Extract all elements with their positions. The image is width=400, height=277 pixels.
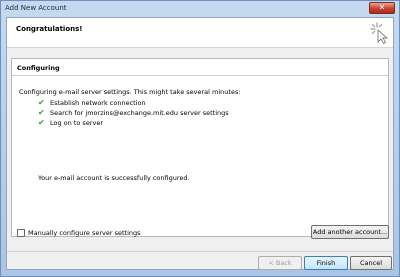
wizard-header: Congratulations! [7,18,393,48]
configuring-group: Configuring Configuring e-mail server se… [11,58,389,237]
divider [12,75,388,76]
wizard-content: Congratulations! Configuring Configuring… [6,17,394,270]
step-label: Log on to server [50,119,104,127]
cancel-button[interactable]: Cancel [350,256,392,270]
page-title: Congratulations! [16,25,83,33]
footer-divider [7,251,393,252]
checkmark-icon: ✔ [38,98,45,107]
manual-config-label[interactable]: Manually configure server settings [28,229,141,237]
window-title: Add New Account [5,4,67,12]
success-message: Your e-mail account is successfully conf… [38,174,190,182]
back-button[interactable]: < Back [258,256,302,270]
title-bar: Add New Account ✕ [1,1,399,17]
step-label: Establish network connection [50,99,146,107]
close-button[interactable]: ✕ [369,2,395,14]
checkmark-icon: ✔ [38,108,45,117]
manual-config-checkbox[interactable] [17,229,25,237]
configuring-intro: Configuring e-mail server settings. This… [19,88,241,96]
section-title: Configuring [17,64,60,72]
add-account-window: Add New Account ✕ Congratulations! Confi… [0,0,400,277]
add-another-account-button[interactable]: Add another account... [311,225,389,239]
checkmark-icon: ✔ [38,118,45,127]
finish-button[interactable]: Finish [304,256,348,270]
sparkle-cursor-icon [370,22,389,44]
step-label: Search for jmorzins@exchange.mit.edu ser… [50,109,229,117]
